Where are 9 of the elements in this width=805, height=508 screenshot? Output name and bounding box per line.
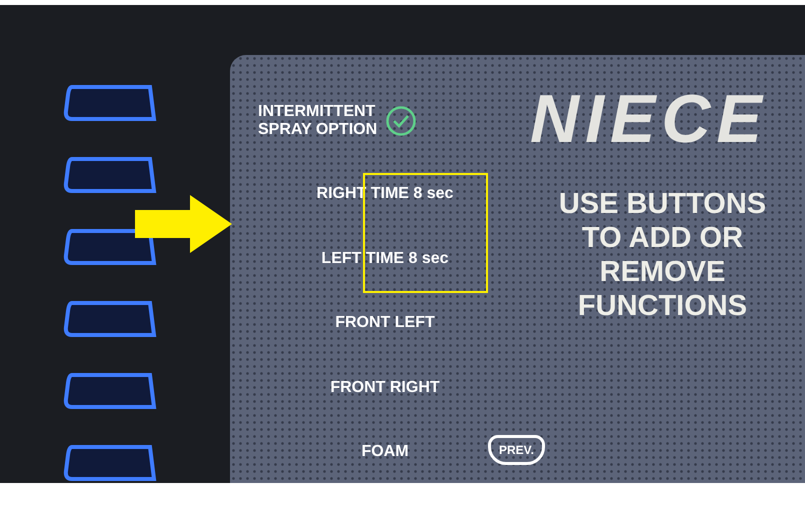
menu-item[interactable]: FRONT RIGHT bbox=[330, 378, 440, 397]
bezel-button-icon[interactable] bbox=[62, 227, 157, 267]
brand-logo: NIECE bbox=[530, 81, 768, 157]
menu-item[interactable]: FOAM bbox=[361, 442, 409, 461]
menu-item[interactable]: FRONT LEFT bbox=[335, 314, 435, 332]
prev-button[interactable]: PREV. bbox=[488, 435, 545, 465]
menu-item[interactable]: LEFT TIME 8 sec bbox=[321, 250, 449, 268]
menu-item[interactable]: INTERMITTENT SPRAY OPTION bbox=[258, 103, 378, 139]
instruction-text: USE BUTTONS TO ADD OR REMOVE FUNCTIONS bbox=[558, 187, 766, 323]
